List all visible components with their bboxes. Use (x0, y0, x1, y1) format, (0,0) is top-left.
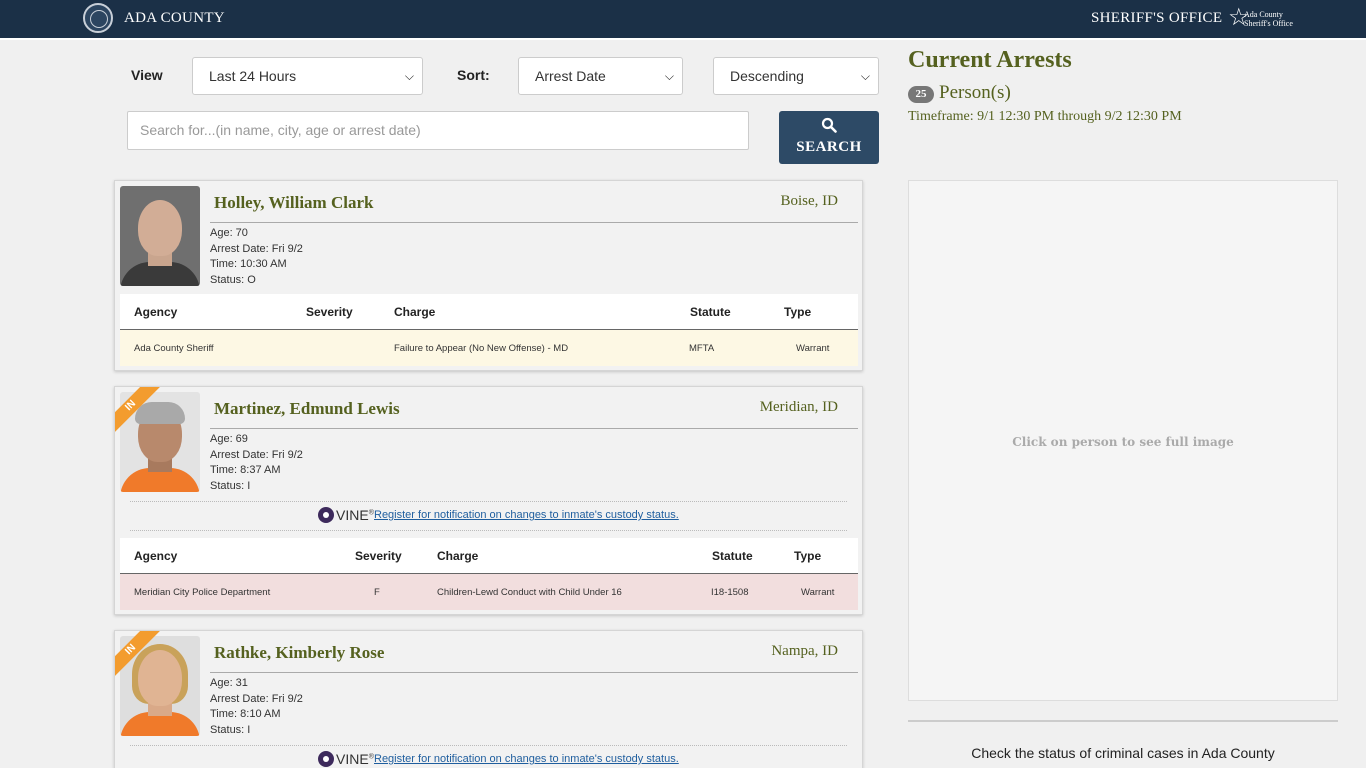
criminal-cases-link[interactable]: Check the status of criminal cases in Ad… (908, 745, 1338, 761)
charge-type: Warrant (801, 587, 835, 598)
vine-logo-text: VINE (336, 751, 369, 767)
arrestee-city: Boise, ID (780, 193, 839, 209)
arrest-card[interactable]: IN Rathke, Kimberly Rose Nampa, ID Age: … (114, 630, 863, 768)
mugshot-photo[interactable] (120, 186, 200, 286)
search-button[interactable]: SEARCH (779, 111, 879, 164)
vine-icon (318, 507, 334, 523)
arrest-date: Arrest Date: Fri 9/2 (210, 692, 303, 705)
sort-order-select[interactable]: Descending ⌵ (713, 57, 879, 95)
arrestee-details: Age: 70 Arrest Date: Fri 9/2 Time: 10:30… (210, 226, 303, 289)
sheriffs-office-title[interactable]: SHERIFF'S OFFICE (1091, 10, 1222, 27)
age: Age: 69 (210, 433, 248, 445)
county-name[interactable]: ADA COUNTY (124, 10, 225, 27)
arrestee-city: Nampa, ID (771, 643, 838, 659)
table-row: Ada County Sheriff Failure to Appear (No… (120, 330, 858, 366)
charge-agency: Meridian City Police Department (134, 587, 271, 598)
charge-statute: MFTA (689, 343, 715, 354)
persons-label: Person(s) (939, 82, 1011, 103)
vine-notification-row: VINE® Register for notification on chang… (130, 501, 847, 531)
column-header-statute: Statute (712, 549, 753, 563)
vine-register-link[interactable]: Register for notification on changes to … (374, 509, 679, 521)
divider (210, 428, 858, 429)
column-header-agency: Agency (134, 305, 178, 319)
logo-line-2: Sheriff's Office (1244, 19, 1293, 28)
column-header-severity: Severity (355, 549, 402, 563)
arrest-card[interactable]: IN Martinez, Edmund Lewis Meridian, ID A… (114, 386, 863, 615)
charge-description: Children-Lewd Conduct with Child Under 1… (437, 587, 622, 598)
charge-severity: F (374, 587, 380, 598)
sheriff-star-logo[interactable]: ☆ Ada County Sheriff's Office (1228, 3, 1293, 35)
image-hint: Click on person to see full image (1012, 435, 1234, 449)
custody-status: Status: O (210, 274, 256, 287)
arrest-card[interactable]: Holley, William Clark Boise, ID Age: 70 … (114, 180, 863, 371)
full-image-viewer: Click on person to see full image (908, 180, 1338, 701)
column-header-charge: Charge (437, 549, 479, 563)
sort-field-value: Arrest Date (535, 68, 606, 84)
arrestee-city: Meridian, ID (759, 399, 838, 415)
view-label: View (131, 67, 163, 83)
arrest-time: Time: 8:37 AM (210, 464, 281, 477)
chevron-down-icon: ⌵ (664, 69, 674, 83)
arrestee-details: Age: 69 Arrest Date: Fri 9/2 Time: 8:37 … (210, 432, 303, 495)
persons-count-badge: 25 (908, 86, 934, 103)
vine-register-link[interactable]: Register for notification on changes to … (374, 753, 679, 765)
charge-agency: Ada County Sheriff (134, 343, 214, 354)
logo-line-1: Ada County (1244, 10, 1283, 19)
column-header-type: Type (794, 549, 822, 563)
column-header-type: Type (784, 305, 812, 319)
age: Age: 70 (210, 227, 248, 239)
charge-type: Warrant (796, 343, 830, 354)
search-button-label: SEARCH (796, 139, 862, 155)
column-header-charge: Charge (394, 305, 436, 319)
arrest-time: Time: 10:30 AM (210, 258, 287, 271)
sort-order-value: Descending (730, 68, 804, 84)
divider (908, 720, 1338, 722)
sort-field-select[interactable]: Arrest Date ⌵ (518, 57, 683, 95)
vine-logo: VINE® (318, 751, 374, 767)
arrestee-details: Age: 31 Arrest Date: Fri 9/2 Time: 8:10 … (210, 676, 303, 739)
arrestee-name[interactable]: Holley, William Clark (214, 193, 373, 213)
divider (210, 222, 858, 223)
county-seal-icon[interactable] (83, 3, 113, 33)
column-header-statute: Statute (690, 305, 731, 319)
top-header: ADA COUNTY SHERIFF'S OFFICE ☆ Ada County… (0, 0, 1366, 40)
current-arrests-title: Current Arrests (908, 47, 1072, 73)
search-input[interactable]: Search for...(in name, city, age or arre… (127, 111, 749, 150)
arrest-date: Arrest Date: Fri 9/2 (210, 242, 303, 255)
column-header-severity: Severity (306, 305, 353, 319)
divider (210, 672, 858, 673)
arrest-time: Time: 8:10 AM (210, 708, 281, 721)
custody-status: Status: I (210, 724, 251, 737)
vine-notification-row: VINE® Register for notification on chang… (130, 745, 847, 768)
charges-table-header: Agency Severity Charge Statute Type (120, 538, 858, 574)
timeframe-text: Timeframe: 9/1 12:30 PM through 9/2 12:3… (908, 109, 1182, 124)
charge-description: Failure to Appear (No New Offense) - MD (394, 343, 569, 354)
search-icon (821, 117, 837, 133)
chevron-down-icon: ⌵ (860, 69, 870, 83)
vine-icon (318, 751, 334, 767)
arrestee-name[interactable]: Rathke, Kimberly Rose (214, 643, 384, 663)
custody-status: Status: I (210, 480, 251, 493)
sort-label: Sort: (457, 67, 490, 83)
arrestee-name[interactable]: Martinez, Edmund Lewis (214, 399, 400, 419)
vine-logo: VINE® (318, 507, 374, 523)
arrest-date: Arrest Date: Fri 9/2 (210, 448, 303, 461)
view-select-value: Last 24 Hours (209, 68, 297, 84)
column-header-agency: Agency (134, 549, 178, 563)
charge-statute: I18-1508 (711, 587, 749, 598)
view-select[interactable]: Last 24 Hours ⌵ (192, 57, 423, 95)
vine-logo-text: VINE (336, 507, 369, 523)
table-row: Meridian City Police Department F Childr… (120, 574, 858, 610)
chevron-down-icon: ⌵ (404, 69, 414, 83)
age: Age: 31 (210, 677, 248, 689)
charges-table-header: Agency Severity Charge Statute Type (120, 294, 858, 330)
